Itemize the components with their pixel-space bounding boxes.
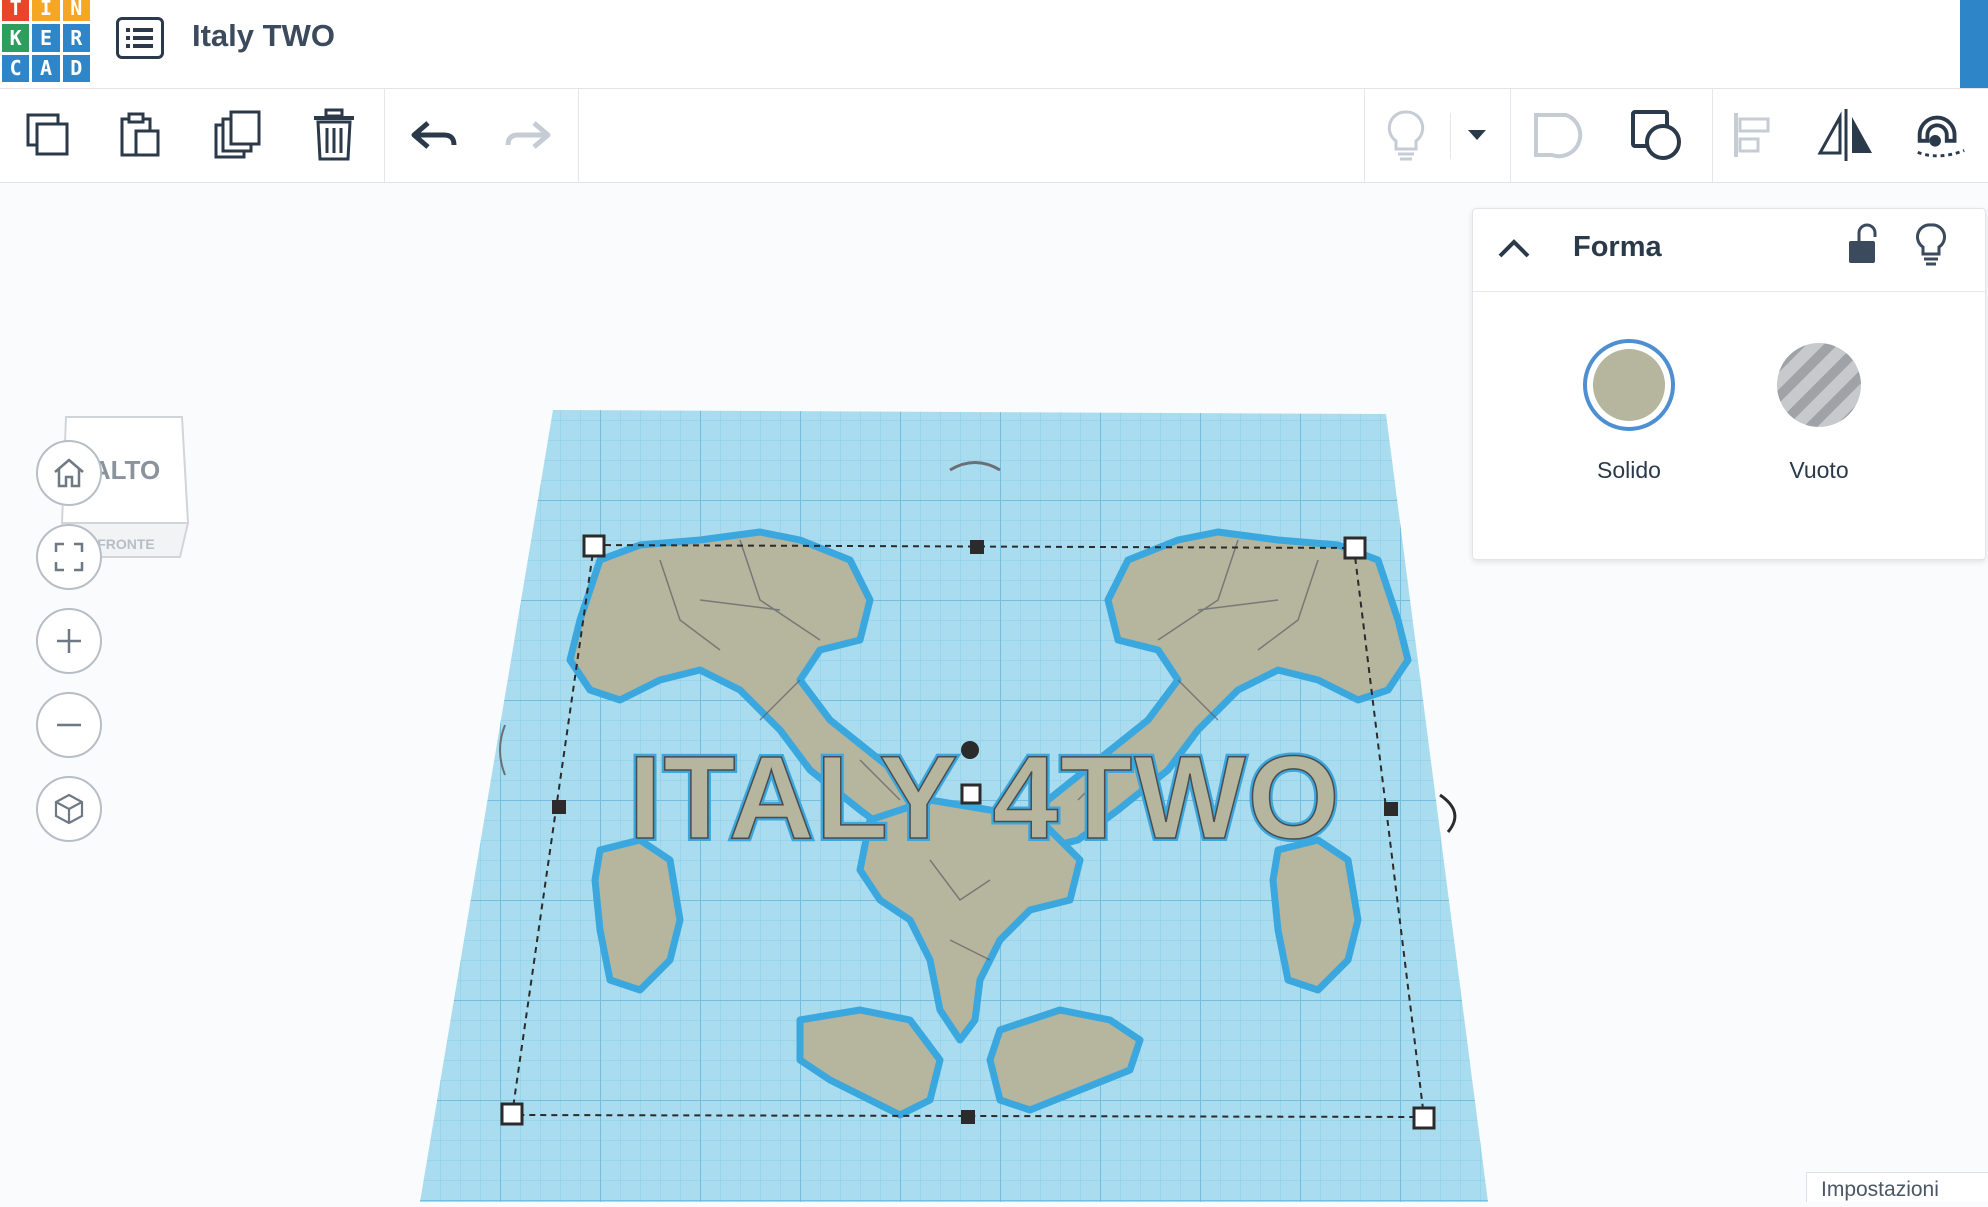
toolbar-separator: [578, 89, 579, 182]
top-header: T I N K E R C A D Italy TWO: [0, 0, 1988, 89]
toolbar-separator: [1510, 89, 1511, 182]
snap-button[interactable]: [1910, 105, 1970, 165]
minus-icon: [57, 723, 81, 727]
home-view-button[interactable]: [36, 440, 102, 506]
solid-color-fill: [1593, 349, 1665, 421]
group-button[interactable]: [1528, 105, 1588, 165]
ungroup-button[interactable]: [1626, 105, 1686, 165]
settings-button[interactable]: Impostazioni: [1806, 1172, 1988, 1202]
shape-panel-title: Forma: [1573, 231, 1662, 263]
undo-button[interactable]: [404, 105, 464, 165]
logo-letter: T: [2, 0, 30, 22]
shape-panel-header: Forma: [1473, 209, 1985, 292]
toolbar-separator: [384, 89, 385, 182]
toolbar-separator: [1450, 113, 1451, 159]
shape-panel: Forma Solido Vuoto: [1472, 208, 1986, 560]
toolbar-separator: [1364, 89, 1365, 182]
logo-letter: N: [62, 0, 90, 22]
hole-swatch[interactable]: [1773, 339, 1865, 431]
align-button[interactable]: [1724, 105, 1784, 165]
project-title[interactable]: Italy TWO: [192, 18, 335, 54]
edit-toolbar: [0, 89, 1988, 183]
workspace-canvas[interactable]: ITALY 4TWO ITALY 4TWO ALTO FRONTE Forma …: [0, 183, 1988, 1202]
paste-button[interactable]: [110, 105, 170, 165]
toolbar-separator: [1712, 89, 1713, 182]
logo-letter: R: [62, 24, 90, 52]
logo-letter: E: [32, 24, 60, 52]
zoom-out-button[interactable]: [36, 692, 102, 758]
group-icon: [1534, 113, 1583, 159]
model-text-outline: ITALY 4TWO: [629, 732, 1342, 864]
viewcube-front-label: FRONTE: [97, 536, 155, 552]
copy-icon: [26, 113, 69, 156]
home-icon: [54, 458, 84, 488]
list-icon: [126, 28, 153, 48]
copy-button[interactable]: [18, 105, 78, 165]
ungroup-icon: [1631, 110, 1681, 160]
solid-label: Solido: [1597, 457, 1661, 483]
header-edge-panel[interactable]: [1960, 0, 1988, 88]
chevron-down-icon: [1468, 130, 1486, 140]
note-dropdown-button[interactable]: [1452, 105, 1502, 165]
design-list-button[interactable]: [116, 17, 164, 59]
rotate-handle-right[interactable]: [1439, 793, 1457, 833]
plus-icon: [57, 629, 81, 653]
redo-button[interactable]: [498, 105, 558, 165]
logo-letter: C: [2, 54, 30, 82]
undo-icon: [411, 121, 457, 149]
note-button[interactable]: [1376, 105, 1436, 165]
chevron-up-icon[interactable]: [1497, 237, 1531, 259]
logo-letter: D: [62, 54, 90, 82]
trash-icon: [314, 108, 354, 161]
unlock-icon[interactable]: [1845, 223, 1881, 267]
mirror-icon: [1817, 109, 1872, 161]
delete-button[interactable]: [304, 105, 364, 165]
solid-swatch[interactable]: [1583, 339, 1675, 431]
logo-letter: A: [32, 54, 60, 82]
duplicate-icon: [214, 110, 261, 159]
align-icon: [1734, 113, 1770, 157]
fit-view-icon: [54, 542, 84, 572]
lightbulb-icon: [1387, 110, 1425, 161]
viewcube-top-label: ALTO: [92, 455, 160, 485]
mirror-button[interactable]: [1816, 105, 1876, 165]
cube-icon: [54, 793, 84, 825]
hole-label: Vuoto: [1789, 457, 1849, 483]
logo-letter: I: [32, 0, 60, 22]
paste-icon: [120, 112, 160, 157]
lightbulb-icon[interactable]: [1913, 221, 1949, 269]
tinkercad-logo[interactable]: T I N K E R C A D: [2, 0, 90, 82]
perspective-button[interactable]: [36, 776, 102, 842]
redo-icon: [505, 121, 551, 149]
fit-view-button[interactable]: [36, 524, 102, 590]
zoom-in-button[interactable]: [36, 608, 102, 674]
logo-letter: K: [2, 24, 30, 52]
magnet-icon: [1917, 115, 1965, 158]
duplicate-button[interactable]: [208, 105, 268, 165]
